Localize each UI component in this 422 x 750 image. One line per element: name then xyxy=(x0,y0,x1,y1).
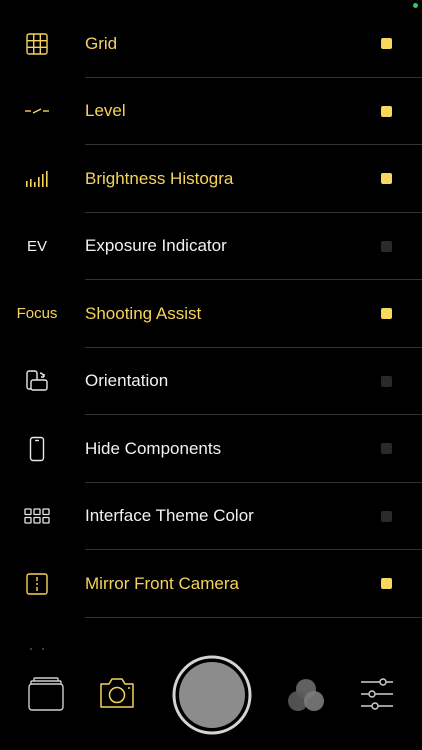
camera-indicator-dot xyxy=(413,3,418,8)
ev-icon-text: EV xyxy=(26,237,47,255)
setting-row-shooting-assist[interactable]: Focus Shooting Assist xyxy=(0,280,422,348)
setting-label: Interface Theme Color xyxy=(85,506,254,526)
bottom-toolbar xyxy=(0,650,422,750)
histogram-icon xyxy=(0,145,74,213)
setting-label: Shooting Assist xyxy=(85,303,202,323)
setting-label: Exposure Indicator xyxy=(85,236,227,256)
mirror-icon xyxy=(0,550,74,618)
setting-row-histogram[interactable]: Brightness Histogra xyxy=(0,145,422,213)
setting-row-theme-color[interactable]: Interface Theme Color xyxy=(0,483,422,551)
setting-row-mirror-front-camera[interactable]: Mirror Front Camera xyxy=(0,550,422,618)
setting-row-orientation[interactable]: Orientation xyxy=(0,348,422,416)
setting-label: Orientation xyxy=(85,371,169,391)
setting-row-exposure-indicator[interactable]: EV Exposure Indicator xyxy=(0,213,422,281)
sliders-icon[interactable] xyxy=(359,677,395,716)
phone-icon xyxy=(0,415,74,483)
divider xyxy=(85,616,422,618)
setting-label: Hide Components xyxy=(85,438,222,458)
toggle-checkbox[interactable] xyxy=(381,443,392,454)
grid-icon xyxy=(0,10,74,78)
shutter-button[interactable] xyxy=(172,655,252,740)
setting-label: Mirror Front Camera xyxy=(85,573,239,593)
toggle-checkbox[interactable] xyxy=(381,38,392,49)
toggle-checkbox[interactable] xyxy=(381,510,392,522)
toggle-checkbox[interactable] xyxy=(381,240,392,252)
camera-icon[interactable] xyxy=(98,676,136,715)
gallery-icon[interactable] xyxy=(28,677,64,716)
settings-list: Grid Level Brightness Histogra EV Exposu… xyxy=(0,10,422,618)
toggle-checkbox[interactable] xyxy=(381,173,392,184)
toggle-checkbox[interactable] xyxy=(381,105,392,117)
ev-icon: EV xyxy=(0,213,74,281)
focus-icon-text: Focus xyxy=(16,305,58,323)
toggle-checkbox[interactable] xyxy=(381,375,392,387)
toggle-checkbox[interactable] xyxy=(381,578,392,589)
setting-row-hide-components[interactable]: Hide Components xyxy=(0,415,422,483)
focus-icon: Focus xyxy=(0,280,74,348)
level-icon xyxy=(0,78,74,146)
toggle-checkbox[interactable] xyxy=(381,308,392,319)
setting-label: Brightness Histogra xyxy=(85,168,234,188)
settings-screen: Grid Level Brightness Histogra EV Exposu… xyxy=(0,0,422,750)
filters-icon[interactable] xyxy=(286,677,326,718)
theme-grid-icon xyxy=(0,483,74,551)
orientation-icon xyxy=(0,348,74,416)
setting-label: Grid xyxy=(85,33,118,53)
setting-row-grid[interactable]: Grid xyxy=(0,10,422,78)
setting-row-level[interactable]: Level xyxy=(0,78,422,146)
setting-label: Level xyxy=(85,101,126,121)
